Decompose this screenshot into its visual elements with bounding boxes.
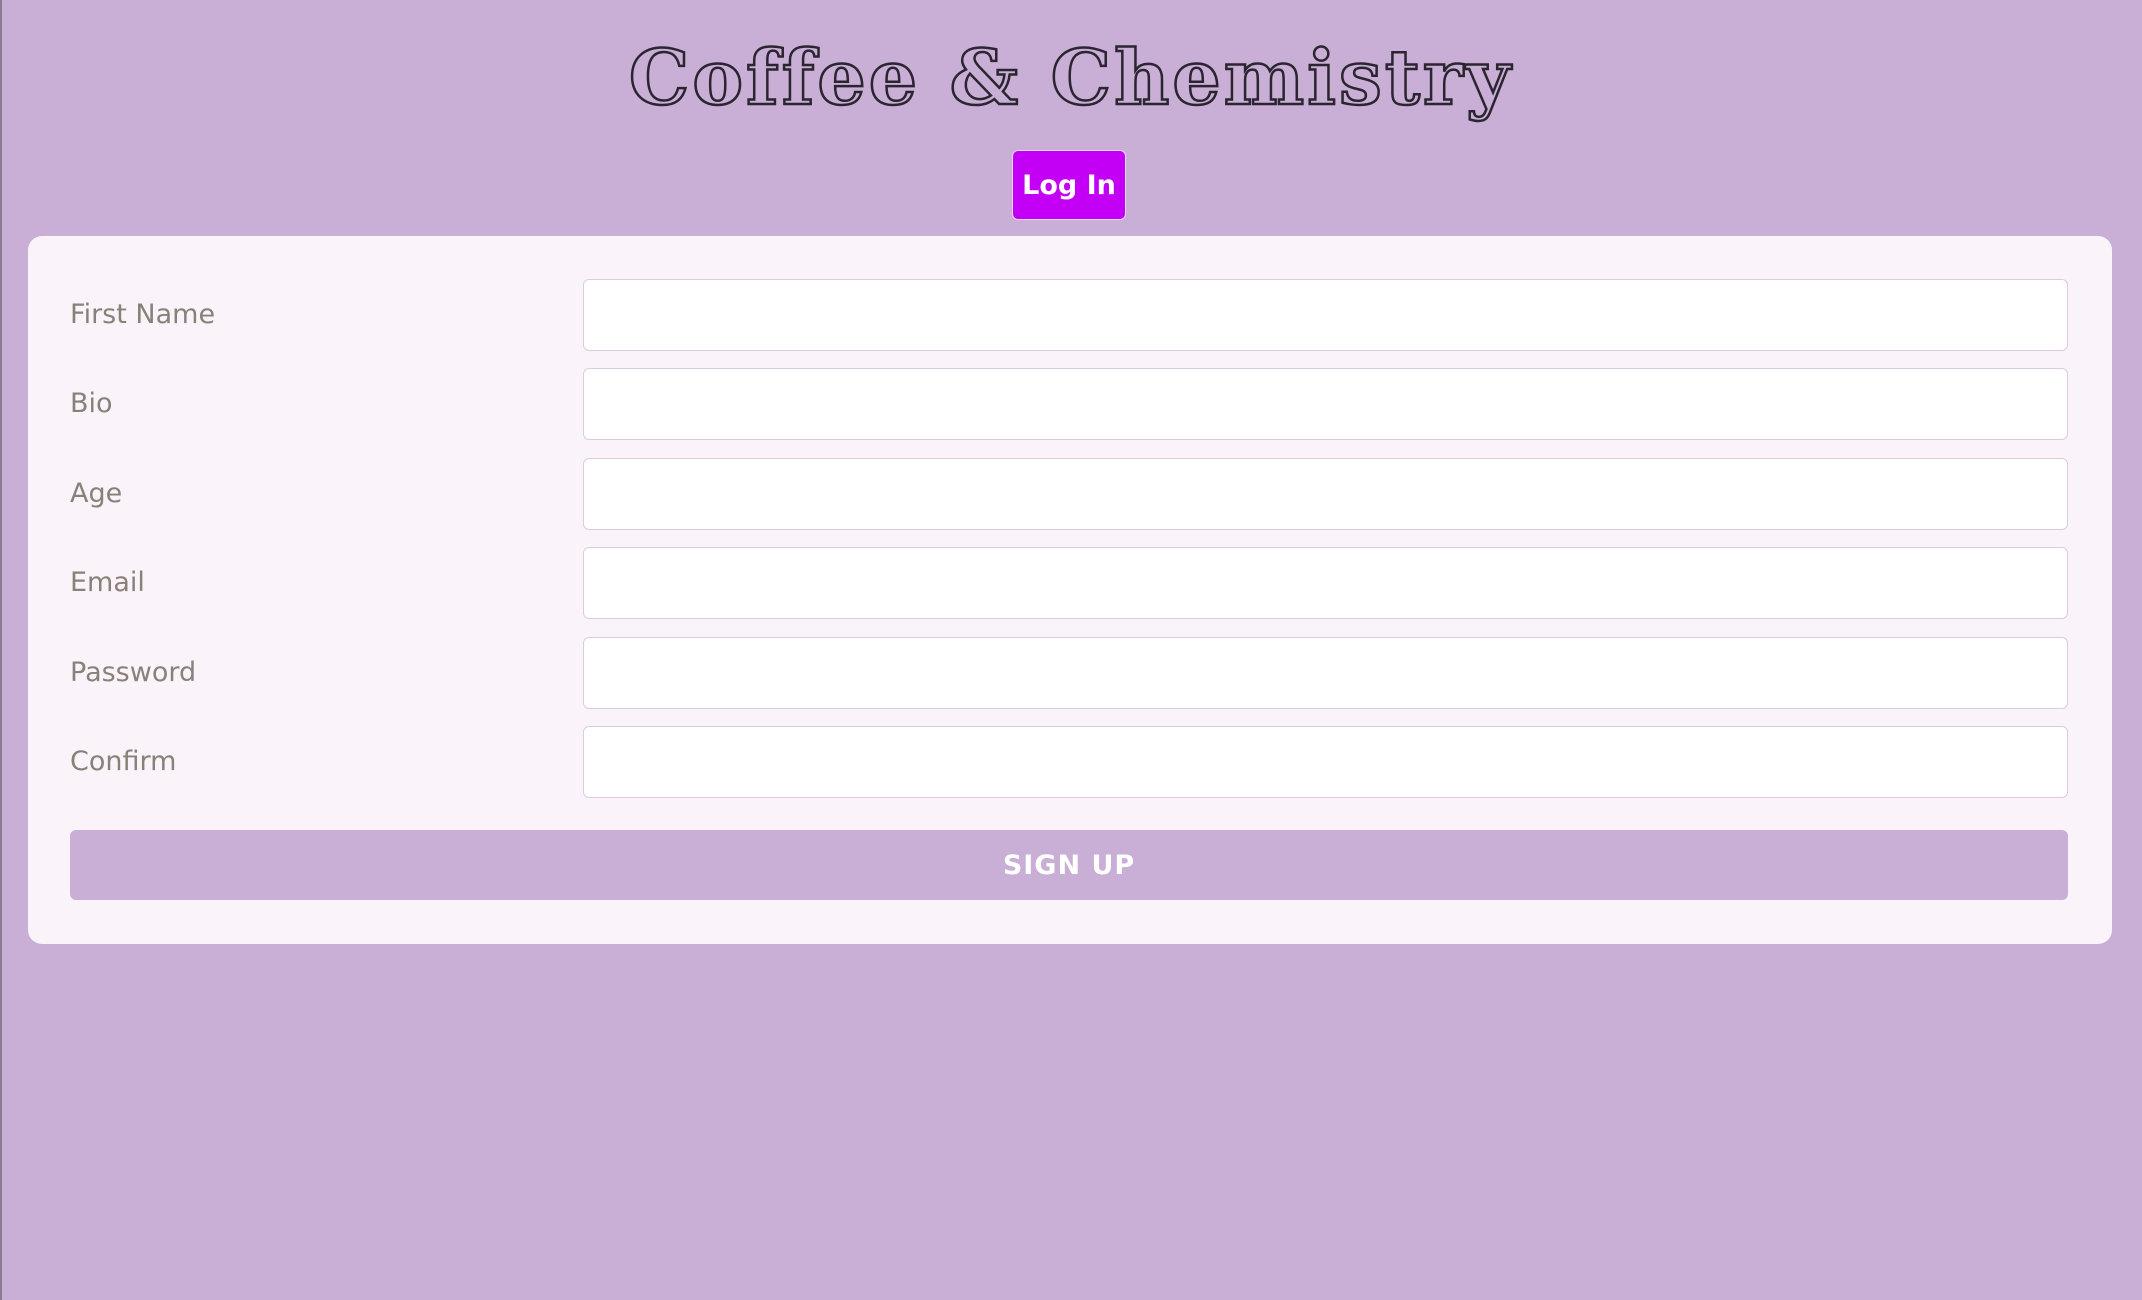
password-label: Password [70, 657, 197, 688]
signup-button[interactable]: SIGN UP [70, 830, 2068, 900]
password-row: Password [70, 637, 2068, 709]
login-button[interactable]: Log In [1012, 150, 1126, 220]
first-name-row: First Name [70, 279, 2068, 351]
window-edge-divider [0, 0, 2, 1300]
email-input[interactable] [583, 547, 2068, 619]
email-row: Email [70, 547, 2068, 619]
confirm-row: Confirm [70, 726, 2068, 798]
confirm-password-input[interactable] [583, 726, 2068, 798]
age-row: Age [70, 458, 2068, 530]
age-input[interactable] [583, 458, 2068, 530]
password-input[interactable] [583, 637, 2068, 709]
confirm-label: Confirm [70, 746, 177, 777]
signup-form-card: First Name Bio Age Email Password Confir… [28, 236, 2112, 944]
bio-row: Bio [70, 368, 2068, 440]
site-title: Coffee & Chemistry [628, 32, 1514, 124]
first-name-input[interactable] [583, 279, 2068, 351]
bio-input[interactable] [583, 368, 2068, 440]
email-label: Email [70, 567, 145, 598]
age-label: Age [70, 478, 123, 509]
first-name-label: First Name [70, 299, 216, 330]
bio-label: Bio [70, 388, 113, 419]
